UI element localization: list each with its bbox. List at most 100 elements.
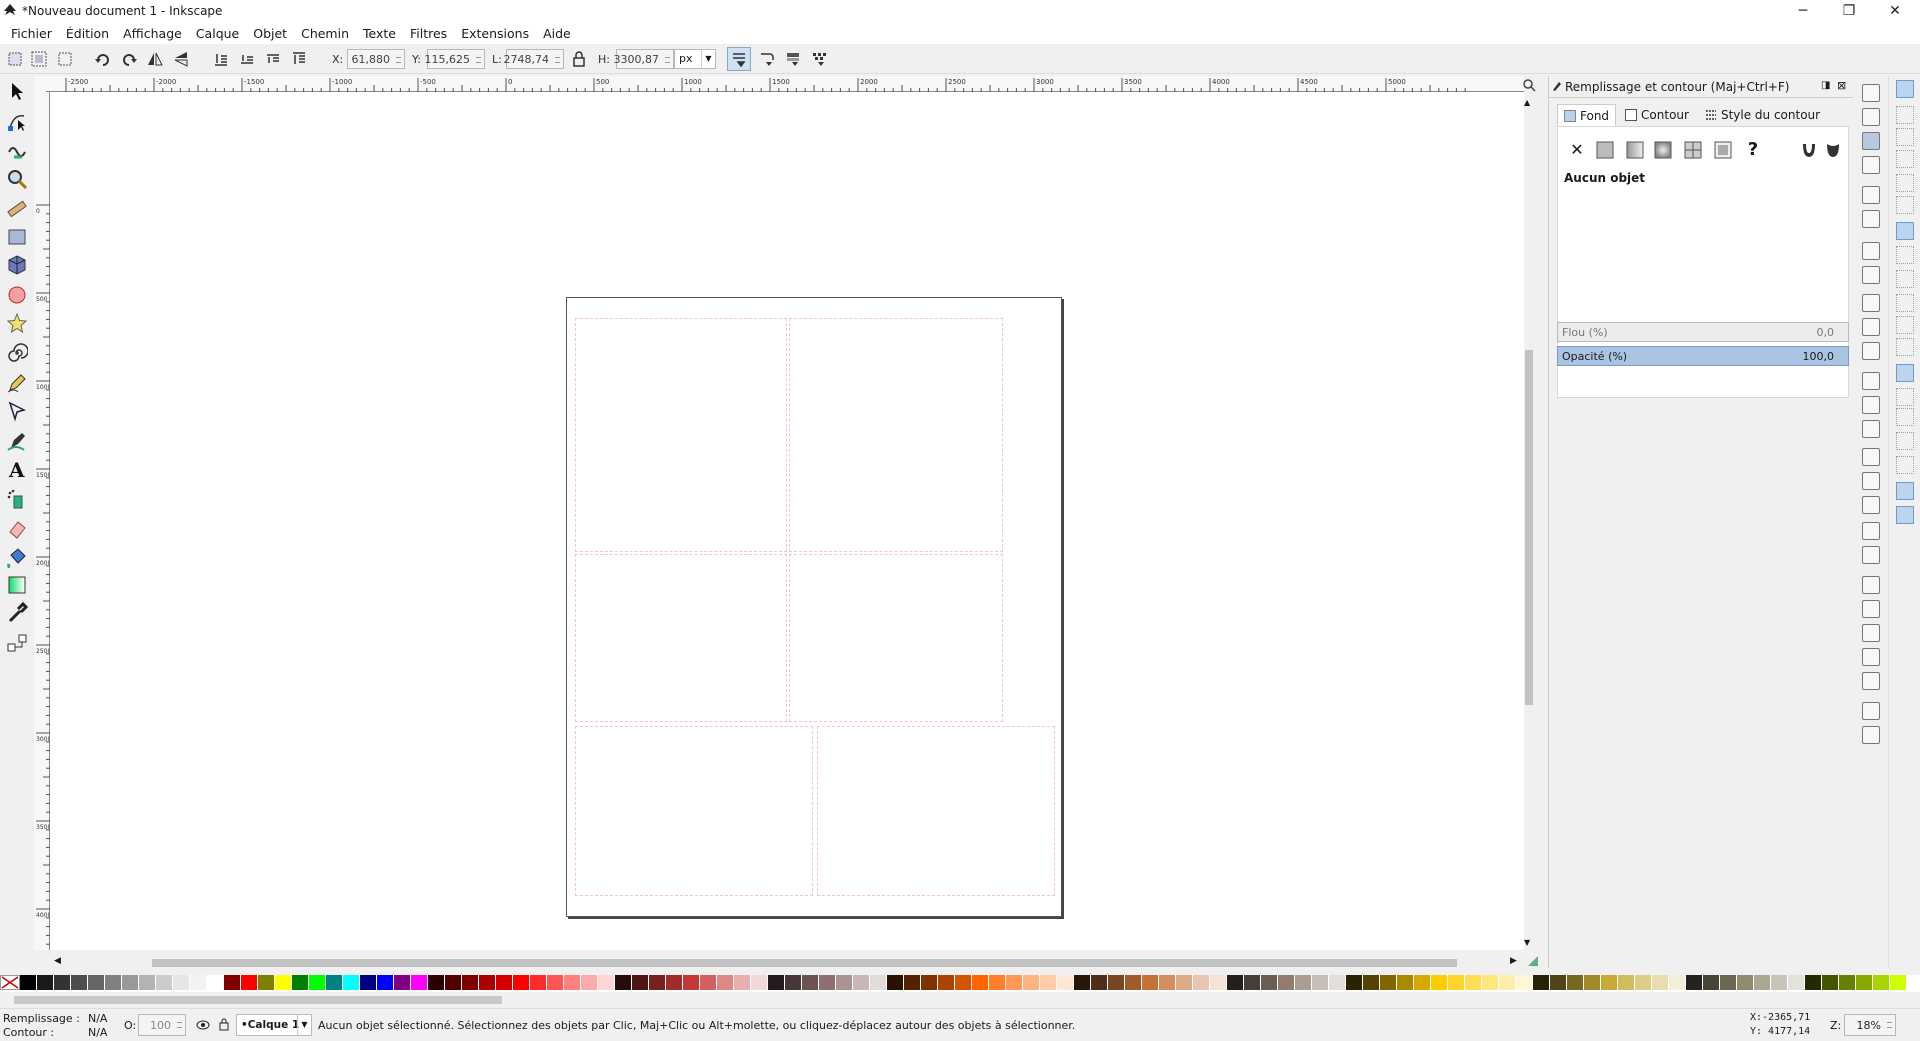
vertical-ruler[interactable]: 0 500 1000 1500 2000 2500 3000 3500 4000 (34, 92, 50, 950)
palette-swatch[interactable] (853, 975, 870, 990)
unlink-clone-icon[interactable] (1862, 496, 1880, 514)
print-icon[interactable] (1862, 156, 1880, 174)
palette-swatch[interactable] (1703, 975, 1720, 990)
palette-swatch[interactable] (173, 975, 190, 990)
palette-swatch[interactable] (683, 975, 700, 990)
palette-swatch[interactable] (1176, 975, 1193, 990)
palette-swatch[interactable] (1074, 975, 1091, 990)
comic-panel-3[interactable] (575, 554, 787, 722)
palette-swatch[interactable] (972, 975, 989, 990)
snap-grid-icon[interactable] (1896, 482, 1914, 500)
comic-panel-4[interactable] (789, 554, 1003, 722)
menu-extensions[interactable]: Extensions (454, 26, 536, 41)
palette-swatch[interactable] (921, 975, 938, 990)
minimize-button[interactable]: ─ (1780, 0, 1826, 22)
palette-swatch[interactable] (54, 975, 71, 990)
pen-tool-icon[interactable] (6, 400, 28, 422)
palette-swatch[interactable] (428, 975, 445, 990)
panel-iconify-icon[interactable]: ◨ (1821, 80, 1830, 91)
palette-swatch[interactable] (1057, 975, 1074, 990)
restore-button[interactable]: ❐ (1826, 0, 1872, 22)
snap-cusp-nodes-icon[interactable] (1896, 294, 1914, 312)
palette-swatch[interactable] (1567, 975, 1584, 990)
menu-filtres[interactable]: Filtres (403, 26, 454, 41)
palette-swatch[interactable] (1091, 975, 1108, 990)
palette-swatch[interactable] (530, 975, 547, 990)
snap-bbox-edges-icon[interactable] (1896, 128, 1914, 146)
menu-calque[interactable]: Calque (189, 26, 246, 41)
palette-swatch[interactable] (1635, 975, 1652, 990)
palette-swatch[interactable] (581, 975, 598, 990)
snap-bbox-centers-icon[interactable] (1896, 196, 1914, 214)
zoom-page-icon[interactable] (1862, 420, 1880, 438)
palette-swatch[interactable] (1550, 975, 1567, 990)
snap-intersections-icon[interactable] (1896, 270, 1914, 288)
menu-texte[interactable]: Texte (356, 26, 403, 41)
palette-swatch[interactable] (207, 975, 224, 990)
palette-swatch[interactable] (1227, 975, 1244, 990)
palette-swatch[interactable] (1329, 975, 1346, 990)
palette-swatch[interactable] (190, 975, 207, 990)
scale-rounded-corners-icon[interactable] (758, 50, 776, 68)
clone-icon[interactable] (1862, 472, 1880, 490)
select-all-icon[interactable] (6, 50, 24, 68)
zoom-selection-icon[interactable] (1862, 372, 1880, 390)
palette-swatch[interactable] (1278, 975, 1295, 990)
close-doc-icon[interactable] (1862, 266, 1880, 284)
palette-swatch[interactable] (1312, 975, 1329, 990)
fill-stroke-dialog-icon[interactable] (1862, 576, 1880, 594)
unset-paint-icon[interactable]: ? (1742, 139, 1764, 161)
move-gradients-icon[interactable] (784, 50, 802, 68)
horizontal-ruler[interactable]: -2500 -2000 -1500 -1000 -500 0 500 1000 1500 2000… (46, 76, 1524, 92)
palette-swatch[interactable] (241, 975, 258, 990)
palette-swatch[interactable] (258, 975, 275, 990)
x-input[interactable]: 61,880 (347, 49, 405, 69)
palette-swatch[interactable] (1380, 975, 1397, 990)
snap-rotation-centers-icon[interactable] (1896, 408, 1914, 426)
document-properties-icon[interactable] (1862, 726, 1880, 744)
palette-swatch[interactable] (1499, 975, 1516, 990)
selector-tool-icon[interactable] (6, 80, 28, 102)
menu-chemin[interactable]: Chemin (294, 26, 356, 41)
ungroup-icon[interactable] (1862, 546, 1880, 564)
vertical-scrollbar[interactable]: ▲ ▼ (1524, 92, 1534, 950)
zoom-input[interactable]: 18% (1844, 1014, 1896, 1036)
palette-swatch[interactable] (224, 975, 241, 990)
palette-swatch[interactable] (1346, 975, 1363, 990)
width-input[interactable]: 2748,74 (504, 49, 564, 69)
palette-swatch[interactable] (1261, 975, 1278, 990)
layer-lock-icon[interactable] (218, 1017, 230, 1031)
snap-paths-icon[interactable] (1896, 246, 1914, 264)
flip-horizontal-icon[interactable] (146, 50, 164, 68)
palette-swatch[interactable] (275, 975, 292, 990)
palette-swatch[interactable] (496, 975, 513, 990)
palette-swatch[interactable] (1040, 975, 1057, 990)
palette-swatch[interactable] (1108, 975, 1125, 990)
palette-swatch[interactable] (1397, 975, 1414, 990)
tweak-tool-icon[interactable] (6, 138, 28, 160)
palette-swatch[interactable] (802, 975, 819, 990)
palette-swatch[interactable] (955, 975, 972, 990)
blur-slider[interactable]: Flou (%) 0,0 (1557, 322, 1849, 342)
palette-swatch[interactable] (938, 975, 955, 990)
comic-panel-1[interactable] (575, 318, 787, 552)
palette-swatch[interactable] (785, 975, 802, 990)
preferences-icon[interactable] (1862, 702, 1880, 720)
palette-swatch[interactable] (819, 975, 836, 990)
panel-close-icon[interactable]: ⊠ (1837, 79, 1846, 92)
palette-swatch[interactable] (1890, 975, 1907, 990)
lower-icon[interactable] (238, 50, 256, 68)
palette-swatch[interactable] (1533, 975, 1550, 990)
3d-box-tool-icon[interactable] (6, 254, 28, 276)
lock-ratio-icon[interactable] (570, 50, 588, 68)
snap-guides-icon[interactable] (1896, 506, 1914, 524)
connector-tool-icon[interactable] (6, 632, 28, 654)
opacity-status-input[interactable]: 100 (138, 1014, 186, 1036)
palette-swatch[interactable] (326, 975, 343, 990)
pattern-icon[interactable] (1712, 139, 1734, 161)
palette-swatch[interactable] (1516, 975, 1533, 990)
palette-swatch[interactable] (1363, 975, 1380, 990)
horizontal-scrollbar[interactable]: ◀ ▶ (50, 950, 1524, 976)
palette-swatch[interactable] (394, 975, 411, 990)
palette-swatch[interactable] (1023, 975, 1040, 990)
